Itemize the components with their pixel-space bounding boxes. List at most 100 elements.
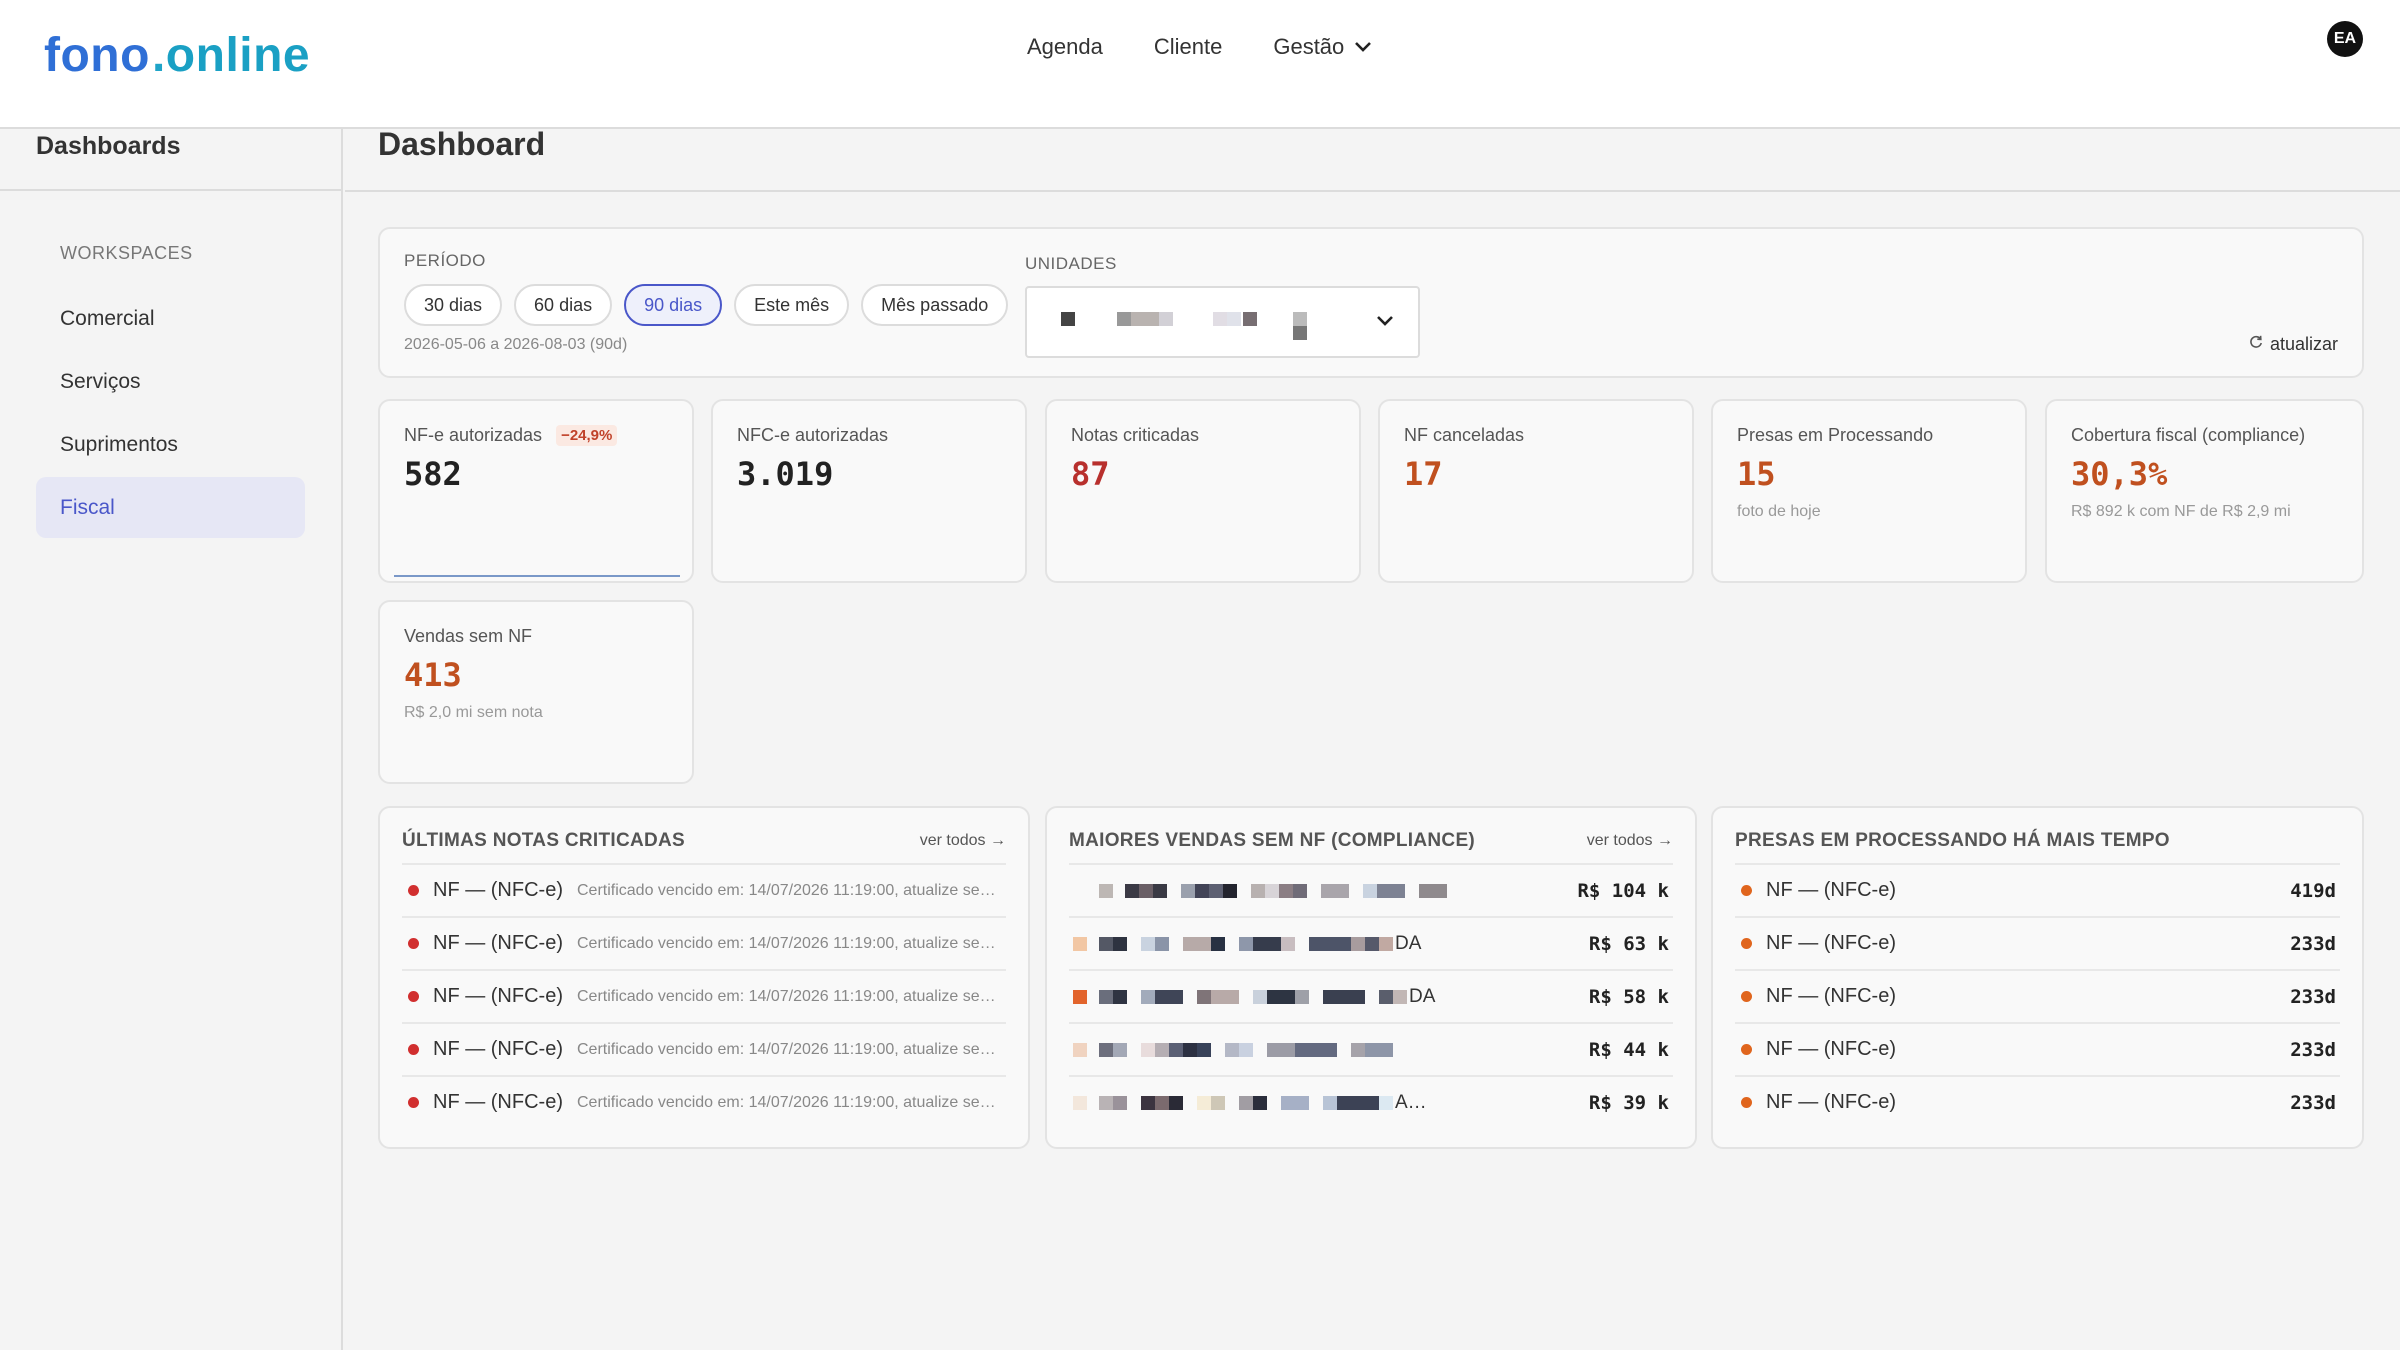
- age-value: 419d: [2290, 879, 2336, 902]
- note-detail: Certificado vencido em: 14/07/2026 11:19…: [576, 1093, 1002, 1111]
- list-item[interactable]: R$ 44 k: [1069, 1022, 1673, 1075]
- status-dot: [408, 938, 419, 949]
- list-item[interactable]: NF — (NFC-e) Certificado vencido em: 14/…: [402, 863, 1006, 916]
- period-label: PERÍODO: [404, 251, 486, 270]
- sale-value: R$ 44 k: [1588, 1038, 1669, 1061]
- list-item[interactable]: NF — (NFC-e) 233d: [1735, 1022, 2340, 1075]
- redacted-customer-name: DA: [1073, 929, 1575, 959]
- note-title: NF — (NFC-e): [433, 932, 563, 954]
- units-select[interactable]: [1025, 286, 1420, 358]
- list-item[interactable]: NF — (NFC-e) Certificado vencido em: 14/…: [402, 1075, 1006, 1128]
- kpi-value: 582: [404, 455, 462, 493]
- list-item[interactable]: NF — (NFC-e) 419d: [1735, 863, 2340, 916]
- sale-value: R$ 63 k: [1588, 932, 1669, 955]
- kpi-label: NFC-e autorizadas: [737, 425, 889, 445]
- redacted-customer-name: DA: [1073, 982, 1575, 1012]
- list-item[interactable]: NF — (NFC-e) 233d: [1735, 1075, 2340, 1128]
- panel-title: PRESAS EM PROCESSANDO HÁ MAIS TEMPO: [1735, 830, 2170, 851]
- sidebar: Dashboards WORKSPACES Comercial Serviços…: [0, 129, 343, 1350]
- top-bar: fono.online Agenda Cliente Gestão EA: [0, 0, 2400, 129]
- kpi-sub: foto de hoje: [1737, 503, 1821, 520]
- status-dot: [1741, 991, 1752, 1002]
- kpi-label: Presas em Processando: [1737, 425, 1934, 445]
- panel-header: PRESAS EM PROCESSANDO HÁ MAIS TEMPO: [1735, 830, 2340, 852]
- workspaces-label: WORKSPACES: [60, 243, 193, 263]
- sale-value: R$ 104 k: [1577, 879, 1669, 902]
- list-item[interactable]: NF — (NFC-e) 233d: [1735, 916, 2340, 969]
- kpi-card-nfe[interactable]: NF-e autorizadas −24,9% 582: [378, 399, 694, 583]
- panel-notas-criticadas: ÚLTIMAS NOTAS CRITICADAS ver todos → NF …: [378, 806, 1030, 1149]
- nav-cliente[interactable]: Cliente: [1154, 34, 1222, 60]
- kpi-card-processando[interactable]: Presas em Processando 15 foto de hoje: [1711, 399, 2027, 583]
- kpi-sub: R$ 2,0 mi sem nota: [404, 704, 543, 721]
- note-detail: Certificado vencido em: 14/07/2026 11:19…: [576, 987, 1002, 1005]
- refresh-label: atualizar: [2269, 334, 2338, 354]
- note-title: NF — (NFC-e): [433, 1091, 563, 1113]
- kpi-value: 87: [1071, 455, 1110, 493]
- sidebar-item-servicos[interactable]: Serviços: [36, 351, 305, 412]
- kpi-card-canceladas[interactable]: NF canceladas 17: [1378, 399, 1694, 583]
- nav-gestao[interactable]: Gestão: [1273, 34, 1372, 60]
- sidebar-item-comercial[interactable]: Comercial: [36, 288, 305, 349]
- list-item[interactable]: DA R$ 58 k: [1069, 969, 1673, 1022]
- name-suffix: A…: [1395, 1091, 1427, 1113]
- vendas-list: R$ 104 k DA R$ 63 k DA R$ 58 k R$ 44 k A…: [1069, 863, 1673, 1128]
- app-logo[interactable]: fono.online: [44, 28, 310, 83]
- sparkline: [394, 575, 680, 577]
- age-value: 233d: [2290, 985, 2336, 1008]
- list-item[interactable]: DA R$ 63 k: [1069, 916, 1673, 969]
- divider: [345, 190, 2400, 192]
- chip-30-dias[interactable]: 30 dias: [404, 284, 503, 326]
- redacted-customer-name: [1073, 876, 1563, 906]
- list-item[interactable]: NF — (NFC-e) Certificado vencido em: 14/…: [402, 916, 1006, 969]
- sidebar-item-fiscal[interactable]: Fiscal: [36, 477, 305, 538]
- criticadas-list: NF — (NFC-e) Certificado vencido em: 14/…: [402, 863, 1006, 1128]
- user-avatar[interactable]: EA: [2327, 21, 2363, 57]
- list-item[interactable]: NF — (NFC-e) Certificado vencido em: 14/…: [402, 1022, 1006, 1075]
- kpi-value: 30,3%: [2071, 455, 2168, 493]
- redacted-customer-name: A…: [1073, 1088, 1575, 1118]
- note-title: NF — (NFC-e): [433, 985, 563, 1007]
- list-item[interactable]: NF — (NFC-e) 233d: [1735, 969, 2340, 1022]
- note-title: NF — (NFC-e): [1766, 985, 1896, 1007]
- chip-90-dias[interactable]: 90 dias: [624, 284, 723, 326]
- ver-todos-link[interactable]: ver todos →: [920, 832, 1006, 850]
- list-item[interactable]: R$ 104 k: [1069, 863, 1673, 916]
- list-item[interactable]: A… R$ 39 k: [1069, 1075, 1673, 1128]
- page-title: Dashboard: [378, 126, 546, 162]
- note-detail: Certificado vencido em: 14/07/2026 11:19…: [576, 881, 1002, 899]
- ver-todos-link[interactable]: ver todos →: [1587, 832, 1673, 850]
- kpi-card-criticadas[interactable]: Notas criticadas 87: [1045, 399, 1361, 583]
- sidebar-item-suprimentos[interactable]: Suprimentos: [36, 414, 305, 475]
- status-dot: [408, 885, 419, 896]
- status-dot: [408, 1097, 419, 1108]
- kpi-value: 3.019: [737, 455, 834, 493]
- note-title: NF — (NFC-e): [433, 1038, 563, 1060]
- panel-header: MAIORES VENDAS SEM NF (COMPLIANCE) ver t…: [1069, 830, 1673, 852]
- chevron-down-icon: [1376, 314, 1394, 332]
- note-detail: Certificado vencido em: 14/07/2026 11:19…: [576, 1040, 1002, 1058]
- nav-agenda[interactable]: Agenda: [1027, 34, 1103, 60]
- kpi-sub: R$ 892 k com NF de R$ 2,9 mi: [2071, 503, 2291, 520]
- chip-60-dias[interactable]: 60 dias: [514, 284, 613, 326]
- status-dot: [1741, 938, 1752, 949]
- kpi-label: Cobertura fiscal (compliance): [2071, 425, 2306, 445]
- refresh-button[interactable]: atualizar: [2248, 334, 2338, 355]
- kpi-delta-badge: −24,9%: [556, 425, 618, 446]
- chip-mes-passado[interactable]: Mês passado: [861, 284, 1009, 326]
- sale-value: R$ 58 k: [1588, 985, 1669, 1008]
- age-value: 233d: [2290, 1091, 2336, 1114]
- kpi-card-vendas-sem-nf[interactable]: Vendas sem NF 413 R$ 2,0 mi sem nota: [378, 600, 694, 784]
- panel-title: ÚLTIMAS NOTAS CRITICADAS: [402, 830, 686, 851]
- kpi-label: Notas criticadas: [1071, 425, 1200, 445]
- kpi-card-cobertura[interactable]: Cobertura fiscal (compliance) 30,3% R$ 8…: [2045, 399, 2364, 583]
- status-dot: [408, 991, 419, 1002]
- list-item[interactable]: NF — (NFC-e) Certificado vencido em: 14/…: [402, 969, 1006, 1022]
- presas-list: NF — (NFC-e) 419d NF — (NFC-e) 233d NF —…: [1735, 863, 2340, 1128]
- kpi-card-nfce[interactable]: NFC-e autorizadas 3.019: [711, 399, 1027, 583]
- filter-card: PERÍODO 30 dias 60 dias 90 dias Este mês…: [378, 227, 2364, 378]
- units-label: UNIDADES: [1025, 254, 1117, 273]
- chip-este-mes[interactable]: Este mês: [734, 284, 850, 326]
- panel-maiores-vendas: MAIORES VENDAS SEM NF (COMPLIANCE) ver t…: [1045, 806, 1697, 1149]
- note-title: NF — (NFC-e): [1766, 1038, 1896, 1060]
